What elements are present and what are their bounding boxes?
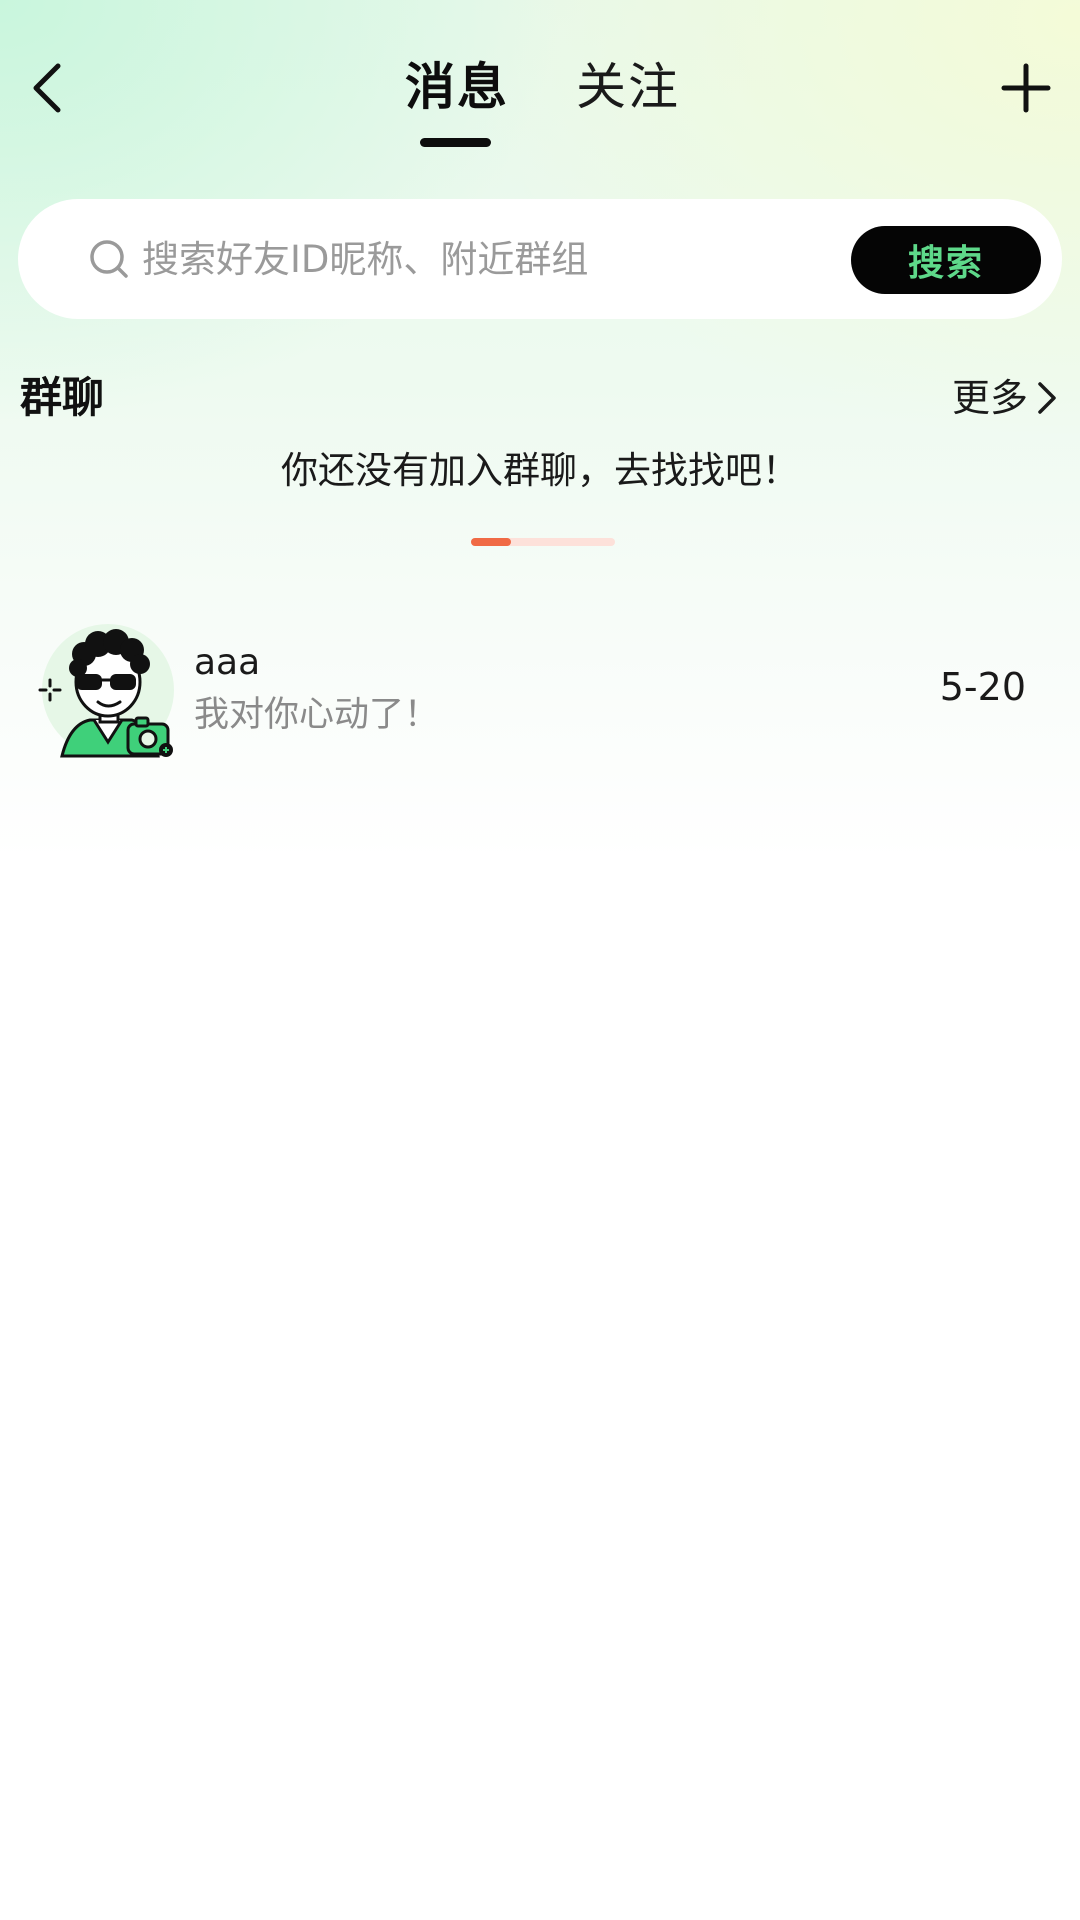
message-time: 5-20 xyxy=(939,665,1026,709)
group-chat-empty-text: 你还没有加入群聊，去找找吧！ xyxy=(281,449,799,492)
avatar xyxy=(38,624,174,758)
message-sender-name: aaa xyxy=(194,642,261,683)
chevron-right-icon xyxy=(1038,382,1056,414)
tab-follow[interactable]: 关注 xyxy=(576,52,680,122)
search-input[interactable] xyxy=(142,226,822,292)
more-link[interactable]: 更多 xyxy=(952,370,1060,426)
back-button[interactable] xyxy=(22,52,78,124)
active-tab-indicator xyxy=(420,138,491,147)
group-chat-title: 群聊 xyxy=(20,373,105,422)
message-preview: 我对你心动了！ xyxy=(194,695,440,735)
chevron-left-icon xyxy=(33,63,61,113)
search-button[interactable]: 搜索 xyxy=(851,226,1041,294)
tab-messages[interactable]: 消息 xyxy=(405,52,509,122)
page-indicator-active xyxy=(471,538,511,546)
more-label: 更多 xyxy=(952,376,1029,420)
add-button[interactable] xyxy=(996,56,1056,120)
plus-icon xyxy=(1001,63,1051,113)
search-icon xyxy=(90,240,128,278)
